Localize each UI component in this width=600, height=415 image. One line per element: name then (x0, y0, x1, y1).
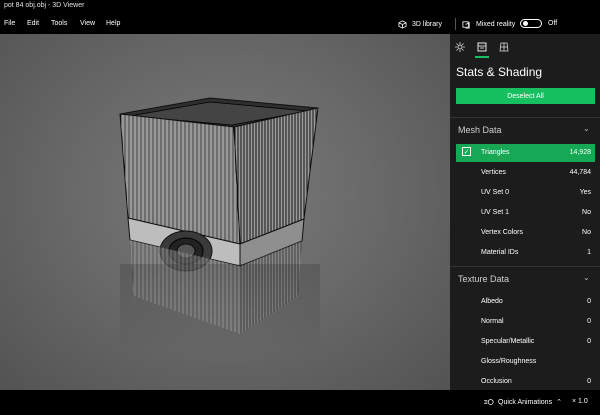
row-value: 0 (587, 298, 591, 305)
chevron-down-icon[interactable]: ⌄ (583, 273, 590, 282)
stats-icon (477, 42, 487, 52)
row-label: Material IDs (481, 249, 519, 256)
row-label: Normal (481, 318, 504, 325)
row-label: Vertices (481, 169, 506, 176)
sun-icon (455, 42, 465, 52)
mixed-reality-icon (462, 20, 470, 29)
row-label: Albedo (481, 298, 503, 305)
grid-tab[interactable] (497, 40, 511, 54)
menu-view[interactable]: View (80, 20, 95, 27)
texture-row-gloss-roughness[interactable]: Gloss/Roughness (456, 353, 595, 371)
title-bar: pot 84 obj.obj - 3D Viewer (0, 0, 600, 14)
row-value: 1 (587, 249, 591, 256)
row-label: Occlusion (481, 378, 512, 385)
mixed-reality-button[interactable]: Mixed reality (462, 18, 515, 30)
mixed-reality-label: Mixed reality (476, 20, 516, 28)
mesh-row-vertex-colors[interactable]: Vertex Colors No (456, 224, 595, 242)
divider (450, 117, 600, 118)
row-value: No (582, 229, 591, 236)
mesh-data-header[interactable]: Mesh Data (458, 125, 502, 135)
chevron-up-icon: ⌃ (556, 399, 562, 406)
active-tab-indicator (475, 56, 489, 58)
zoom-level[interactable]: × 1.0 (572, 398, 588, 405)
toggle-state-label: Off (548, 20, 558, 27)
mixed-reality-toggle[interactable] (520, 19, 542, 28)
menu-file[interactable]: File (4, 20, 15, 27)
row-value: No (582, 209, 591, 216)
check-icon[interactable]: ✓ (462, 147, 471, 156)
row-value: 0 (587, 318, 591, 325)
texture-row-normal[interactable]: Normal 0 (456, 313, 595, 331)
menu-help[interactable]: Help (106, 20, 120, 27)
toggle-knob (523, 21, 528, 26)
row-value: 0 (587, 338, 591, 345)
divider (450, 266, 600, 267)
row-label: UV Set 1 (481, 209, 510, 216)
stats-tab[interactable] (475, 40, 489, 54)
row-label: Vertex Colors (481, 229, 524, 236)
texture-data-header[interactable]: Texture Data (458, 274, 509, 284)
environment-tab[interactable] (453, 40, 467, 54)
row-value: 14,928 (569, 149, 591, 156)
mesh-row-uv-set-0[interactable]: UV Set 0 Yes (456, 184, 595, 202)
row-value: 0 (587, 378, 591, 385)
pot-model[interactable] (0, 34, 450, 390)
3d-library-button[interactable]: 3D library (398, 18, 442, 30)
deselect-all-button[interactable]: Deselect All (456, 88, 595, 104)
row-label: Triangles (481, 149, 510, 156)
grid-icon (499, 42, 509, 52)
mesh-row-uv-set-1[interactable]: UV Set 1 No (456, 204, 595, 222)
cube-icon (398, 19, 407, 29)
texture-row-occlusion[interactable]: Occlusion 0 (456, 373, 595, 391)
row-label: Gloss/Roughness (481, 358, 537, 365)
chevron-down-icon[interactable]: ⌄ (583, 124, 590, 133)
mesh-row-triangles[interactable]: ✓ Triangles 14,928 (456, 144, 595, 162)
quick-animations-button[interactable]: Quick Animations ⌃ (484, 398, 562, 406)
3d-library-label: 3D library (412, 20, 442, 28)
3d-viewport[interactable] (0, 34, 450, 390)
mesh-row-material-ids[interactable]: Material IDs 1 (456, 244, 595, 262)
texture-row-specular-metallic[interactable]: Specular/Metallic 0 (456, 333, 595, 351)
menu-edit[interactable]: Edit (27, 20, 39, 27)
menu-tools[interactable]: Tools (51, 20, 67, 27)
texture-row-albedo[interactable]: Albedo 0 (456, 293, 595, 311)
toolbar-divider (455, 18, 456, 30)
row-label: UV Set 0 (481, 189, 510, 196)
row-value: 44,784 (569, 169, 591, 176)
panel-title: Stats & Shading (456, 65, 543, 79)
animation-icon (484, 399, 494, 405)
mesh-row-vertices[interactable]: Vertices 44,784 (456, 164, 595, 182)
window-title: pot 84 obj.obj - 3D Viewer (4, 2, 85, 9)
row-label: Specular/Metallic (481, 338, 535, 345)
quick-animations-label: Quick Animations (498, 398, 553, 406)
row-value: Yes (579, 189, 591, 196)
